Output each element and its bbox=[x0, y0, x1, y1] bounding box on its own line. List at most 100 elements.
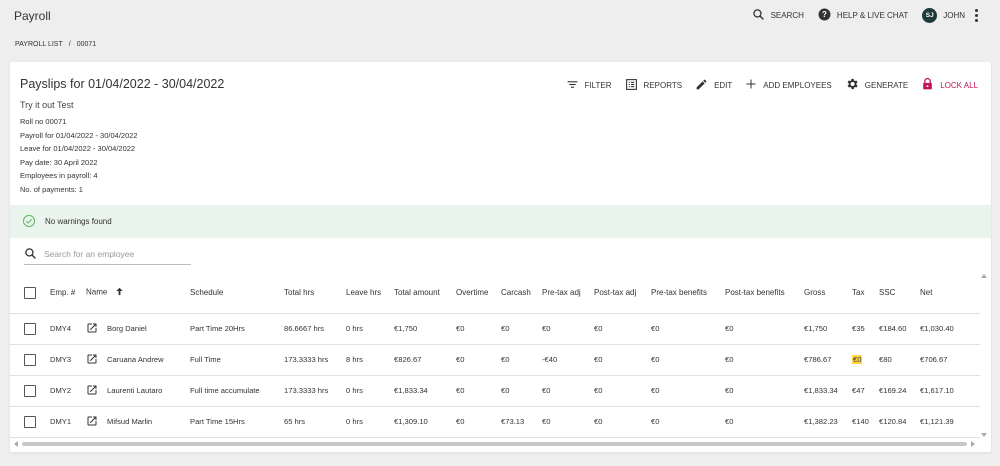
search-icon bbox=[24, 247, 37, 262]
column-header-pretax-adj[interactable]: Pre-tax adj bbox=[540, 273, 592, 314]
column-header-net[interactable]: Net bbox=[918, 273, 980, 314]
row-checkbox[interactable] bbox=[24, 322, 36, 335]
detail-roll-no: Roll no 00071 bbox=[20, 117, 67, 126]
horizontal-scroll-thumb[interactable] bbox=[22, 442, 967, 446]
cell-gross: €1,750 bbox=[802, 313, 850, 345]
alert-text: No warnings found bbox=[45, 217, 112, 226]
cell-posttax-benefits: €0 bbox=[723, 313, 802, 345]
table-row[interactable]: DMY4 Borg Daniel Part Time 20Hrs 86.6667… bbox=[10, 313, 980, 345]
cell-total-hrs: 173.3333 hrs bbox=[282, 375, 344, 407]
cell-total-amount: €1,309.10 bbox=[392, 406, 454, 438]
scroll-right-arrow-icon[interactable] bbox=[971, 441, 975, 447]
cell-name[interactable]: Caruana Andrew bbox=[107, 355, 164, 364]
row-checkbox[interactable] bbox=[24, 384, 36, 397]
column-header-overtime[interactable]: Overtime bbox=[454, 273, 499, 314]
column-header-total-hrs[interactable]: Total hrs bbox=[282, 273, 344, 314]
user-menu[interactable]: SJ JOHN bbox=[922, 8, 965, 23]
cell-pretax-benefits: €0 bbox=[649, 313, 723, 345]
pencil-icon bbox=[695, 78, 708, 93]
cell-total-amount: €1,750 bbox=[392, 313, 454, 345]
vertical-scrollbar[interactable] bbox=[981, 273, 987, 438]
help-label: HELP & LIVE CHAT bbox=[836, 11, 909, 20]
more-vert-icon[interactable] bbox=[975, 9, 978, 22]
user-name: JOHN bbox=[943, 11, 965, 20]
column-header-posttax-benefits[interactable]: Post-tax benefits bbox=[723, 273, 802, 314]
warnings-alert: No warnings found bbox=[10, 205, 991, 238]
row-checkbox[interactable] bbox=[24, 415, 36, 428]
add-employees-button[interactable]: ADD EMPLOYEES bbox=[745, 78, 832, 92]
gear-icon bbox=[845, 77, 859, 93]
horizontal-scrollbar[interactable] bbox=[10, 438, 991, 450]
payslips-card: Payslips for 01/04/2022 - 30/04/2022 FIL… bbox=[10, 62, 991, 452]
column-header-gross[interactable]: Gross bbox=[802, 273, 850, 314]
generate-button[interactable]: GENERATE bbox=[845, 77, 908, 93]
table-row[interactable]: DMY2 Laurenti Lautaro Full time accumula… bbox=[10, 375, 980, 407]
row-checkbox[interactable] bbox=[24, 353, 36, 366]
cell-overtime: €0 bbox=[454, 375, 499, 407]
cell-emp: DMY1 bbox=[48, 406, 84, 438]
help-live-chat-button[interactable]: ? HELP & LIVE CHAT bbox=[818, 8, 908, 23]
cell-name[interactable]: Laurenti Lautaro bbox=[107, 386, 162, 395]
cell-tax: €35 bbox=[850, 313, 877, 345]
detail-leave-period: Leave for 01/04/2022 - 30/04/2022 bbox=[20, 144, 136, 153]
cell-posttax-adj: €0 bbox=[592, 406, 649, 438]
open-in-new-icon[interactable] bbox=[86, 322, 98, 336]
search-button[interactable]: SEARCH bbox=[752, 8, 804, 23]
arrow-up-icon bbox=[114, 286, 125, 299]
cell-posttax-benefits: €0 bbox=[723, 344, 802, 376]
column-header-leave-hrs[interactable]: Leave hrs bbox=[344, 273, 392, 314]
cell-pretax-benefits: €0 bbox=[649, 344, 723, 376]
column-header-carcash[interactable]: Carcash bbox=[499, 273, 540, 314]
lock-all-label: LOCK ALL bbox=[940, 80, 978, 90]
column-header-tax[interactable]: Tax bbox=[850, 273, 877, 314]
cell-leave-hrs: 0 hrs bbox=[344, 406, 392, 438]
cell-leave-hrs: 0 hrs bbox=[344, 313, 392, 345]
filter-button[interactable]: FILTER bbox=[566, 78, 612, 93]
breadcrumb-payroll-list[interactable]: PAYROLL LIST bbox=[15, 41, 63, 48]
cell-total-hrs: 86.6667 hrs bbox=[282, 313, 344, 345]
cell-name[interactable]: Mifsud Marlin bbox=[107, 417, 152, 426]
cell-overtime: €0 bbox=[454, 344, 499, 376]
employee-search bbox=[24, 244, 191, 265]
edit-button[interactable]: EDIT bbox=[695, 78, 732, 93]
scroll-up-arrow-icon[interactable] bbox=[981, 274, 987, 278]
open-in-new-icon[interactable] bbox=[86, 415, 98, 429]
column-header-pretax-benefits[interactable]: Pre-tax benefits bbox=[649, 273, 723, 314]
table-header-row: Emp. # Name Schedule Total hrs Leave hrs… bbox=[10, 273, 980, 314]
cell-schedule: Full time accumulate bbox=[188, 375, 282, 407]
select-all-checkbox[interactable] bbox=[24, 286, 36, 299]
cell-overtime: €0 bbox=[454, 406, 499, 438]
svg-text:?: ? bbox=[822, 10, 827, 19]
column-header-ssc[interactable]: SSC bbox=[877, 273, 918, 314]
column-header-schedule[interactable]: Schedule bbox=[188, 273, 282, 314]
cell-gross: €1,382.23 bbox=[802, 406, 850, 438]
open-in-new-icon[interactable] bbox=[86, 353, 98, 367]
cell-name[interactable]: Borg Daniel bbox=[107, 324, 147, 333]
open-in-new-icon[interactable] bbox=[86, 384, 98, 398]
reports-button[interactable]: REPORTS bbox=[625, 78, 683, 93]
cell-pretax-adj: -€40 bbox=[540, 344, 592, 376]
cell-ssc: €120.84 bbox=[877, 406, 918, 438]
table-row[interactable]: DMY3 Caruana Andrew Full Time 173.3333 h… bbox=[10, 344, 980, 376]
cell-pretax-benefits: €0 bbox=[649, 375, 723, 407]
lock-icon bbox=[921, 77, 934, 93]
table-row[interactable]: DMY1 Mifsud Marlin Part Time 15Hrs 65 hr… bbox=[10, 406, 980, 438]
column-header-posttax-adj[interactable]: Post-tax adj bbox=[592, 273, 649, 314]
plus-icon bbox=[745, 78, 757, 92]
scroll-left-arrow-icon[interactable] bbox=[14, 441, 18, 447]
check-circle-icon bbox=[22, 214, 36, 230]
cell-pretax-adj: €0 bbox=[540, 375, 592, 407]
column-header-name[interactable]: Name bbox=[84, 273, 188, 314]
reports-label: REPORTS bbox=[643, 80, 683, 90]
column-header-emp[interactable]: Emp. # bbox=[48, 273, 84, 314]
cell-gross: €1,833.34 bbox=[802, 375, 850, 407]
detail-payroll-period: Payroll for 01/04/2022 - 30/04/2022 bbox=[20, 130, 138, 140]
cell-leave-hrs: 0 hrs bbox=[344, 375, 392, 407]
cell-total-amount: €1,833.34 bbox=[392, 375, 454, 407]
scroll-down-arrow-icon[interactable] bbox=[981, 433, 987, 437]
column-header-total-amount[interactable]: Total amount bbox=[392, 273, 454, 314]
cell-carcash: €0 bbox=[499, 313, 540, 345]
lock-all-button[interactable]: LOCK ALL bbox=[921, 77, 978, 93]
reports-icon bbox=[625, 78, 638, 93]
employee-search-input[interactable] bbox=[44, 249, 184, 259]
